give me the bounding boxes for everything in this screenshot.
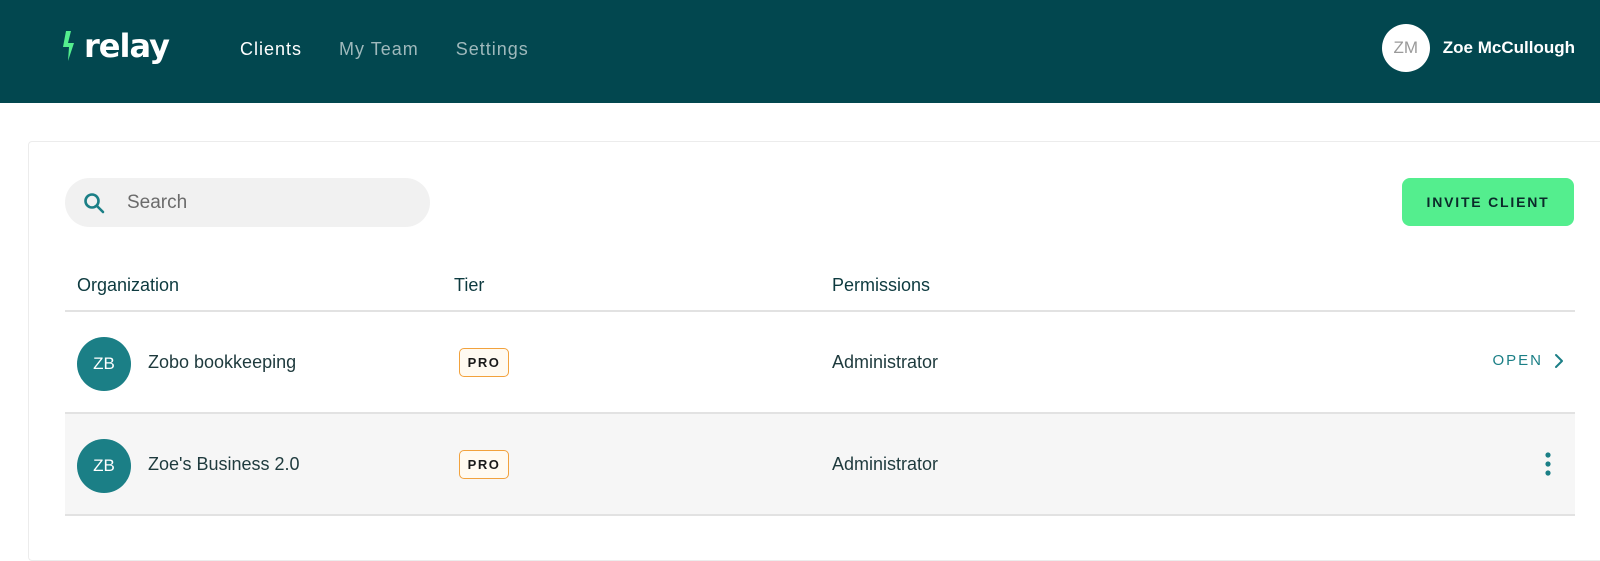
search-icon (84, 193, 105, 214)
nav-settings[interactable]: Settings (456, 36, 529, 62)
table-row[interactable]: ZB Zoe's Business 2.0 PRO Administrator (65, 414, 1575, 516)
search-box (65, 178, 430, 227)
permissions-value: Administrator (832, 454, 939, 474)
tier-badge: PRO (459, 450, 509, 479)
clients-table: Organization Tier Permissions ZB Zobo bo… (65, 265, 1575, 516)
nav-clients[interactable]: Clients (240, 36, 302, 62)
user-menu[interactable]: ZM Zoe McCullough (1381, 24, 1575, 72)
open-button[interactable]: OPEN (1492, 352, 1565, 369)
nav-my-team[interactable]: My Team (339, 36, 419, 62)
chevron-right-icon (1555, 353, 1563, 368)
logo-text: relay (84, 27, 170, 65)
permissions-value: Administrator (832, 352, 939, 372)
tier-badge: PRO (459, 348, 509, 377)
user-name: Zoe McCullough (1442, 38, 1575, 57)
org-name: Zobo bookkeeping (148, 352, 297, 372)
main-nav: Clients My Team Settings (240, 36, 529, 62)
open-label: OPEN (1492, 352, 1543, 369)
column-header-organization: Organization (77, 275, 180, 295)
org-avatar: ZB (77, 337, 131, 391)
relay-logo[interactable]: relay (62, 26, 170, 66)
more-vertical-icon[interactable] (1543, 450, 1553, 478)
search-input[interactable] (127, 178, 407, 227)
column-header-permissions: Permissions (832, 275, 931, 295)
lightning-bolt-icon (63, 31, 74, 61)
org-name: Zoe's Business 2.0 (148, 454, 300, 474)
table-header: Organization Tier Permissions (65, 265, 1575, 312)
org-avatar: ZB (77, 439, 131, 493)
invite-client-button[interactable]: INVITE CLIENT (1402, 178, 1574, 226)
user-avatar: ZM (1381, 24, 1430, 72)
column-header-tier: Tier (454, 275, 485, 295)
table-row[interactable]: ZB Zobo bookkeeping PRO Administrator OP… (65, 312, 1575, 414)
top-navigation-bar: relay Clients My Team Settings ZM Zoe Mc… (0, 0, 1600, 103)
